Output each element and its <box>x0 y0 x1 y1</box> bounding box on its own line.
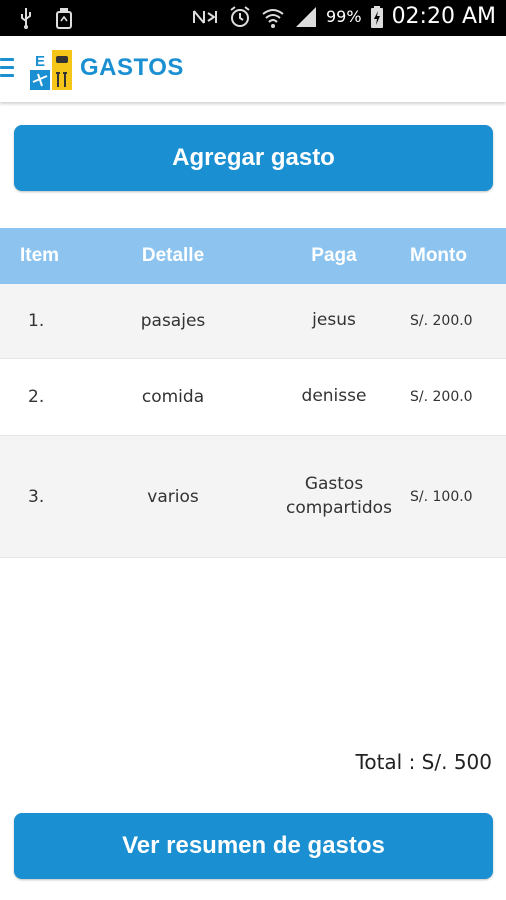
expenses-table: Item Detalle Paga Monto 1. pasajes jesus… <box>0 228 506 558</box>
table-row[interactable]: 3. varios Gastos compartidos S/. 100.0 <box>0 436 506 558</box>
wifi-icon <box>262 8 284 28</box>
view-summary-button[interactable]: Ver resumen de gastos <box>14 813 493 879</box>
cell-detalle: comida <box>141 387 205 407</box>
alarm-icon <box>230 5 250 27</box>
recycle-icon <box>56 8 72 29</box>
cell-monto: S/. 200.0 <box>410 389 473 405</box>
app-bar: E GASTOS <box>0 36 506 102</box>
header-paga: Paga <box>311 244 357 266</box>
status-bar: 99% 02:20 AM <box>0 0 506 36</box>
cell-paga: denisse <box>301 386 367 407</box>
app-logo-icon: E <box>30 50 72 90</box>
usb-icon <box>21 8 31 29</box>
add-expense-button[interactable]: Agregar gasto <box>14 125 493 191</box>
cell-paga: jesus <box>312 310 356 331</box>
battery-icon <box>370 5 383 28</box>
table-header: Item Detalle Paga Monto <box>0 228 506 284</box>
header-detalle: Detalle <box>141 245 205 266</box>
menu-icon[interactable] <box>0 58 14 80</box>
cell-monto: S/. 200.0 <box>410 313 473 329</box>
logo-letter: E <box>35 53 45 70</box>
header-item: Item <box>20 245 60 266</box>
total-amount: Total : S/. 500 <box>355 750 492 774</box>
cell-detalle: pasajes <box>140 311 206 331</box>
cell-item: 3. <box>28 486 45 507</box>
signal-icon <box>296 6 316 27</box>
table-row[interactable]: 2. comida denisse S/. 200.0 <box>0 359 506 436</box>
nfc-icon <box>193 9 217 24</box>
header-monto: Monto <box>410 245 467 266</box>
table-row[interactable]: 1. pasajes jesus S/. 200.0 <box>0 284 506 359</box>
cell-paga: Gastos compartidos <box>286 473 392 518</box>
cell-item: 1. <box>28 311 45 331</box>
cell-detalle: varios <box>147 486 199 507</box>
page-title: GASTOS <box>80 54 184 81</box>
battery-percent: 99% <box>326 7 362 26</box>
cell-monto: S/. 100.0 <box>410 488 473 505</box>
cell-item: 2. <box>28 387 45 407</box>
clock: 02:20 AM <box>391 4 496 29</box>
